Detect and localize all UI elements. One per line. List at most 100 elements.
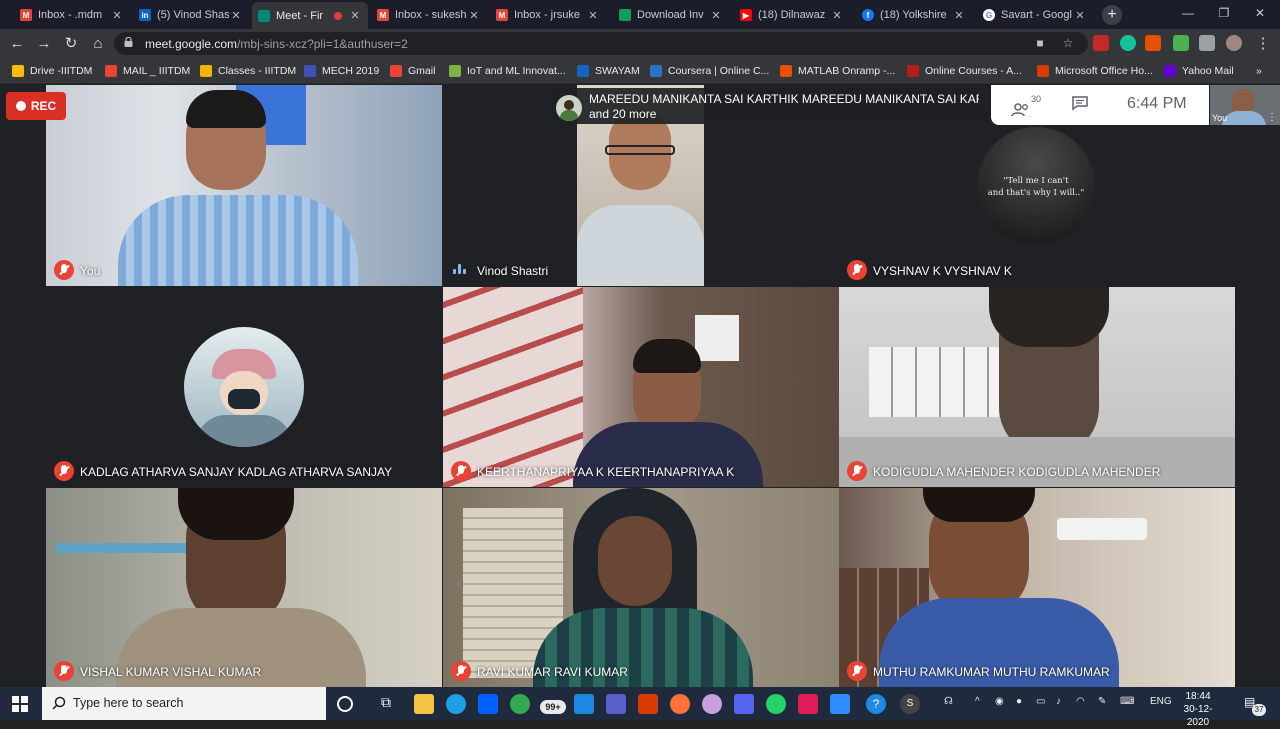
presenter-more: and 20 more	[589, 107, 657, 121]
video-tile[interactable]: VISHAL KUMAR VISHAL KUMAR	[46, 488, 442, 687]
new-tab-button[interactable]: +	[1102, 5, 1122, 25]
browser-tab[interactable]: Download Inv ✕	[613, 3, 729, 27]
windows-start-icon[interactable]	[12, 696, 28, 712]
participants-button[interactable]: 30	[1011, 94, 1041, 117]
whatsapp-icon[interactable]	[766, 694, 786, 714]
video-tile[interactable]: KODIGUDLA MAHENDER KODIGUDLA MAHENDER	[839, 287, 1235, 487]
chat-button[interactable]	[1071, 95, 1089, 115]
help-icon[interactable]: ?	[866, 694, 886, 714]
more-bookmarks-icon[interactable]: »	[1256, 63, 1262, 79]
self-view[interactable]: You ⋮	[1210, 85, 1280, 125]
close-icon[interactable]: ✕	[830, 9, 844, 22]
bookmark-item[interactable]: Online Courses - A...	[907, 63, 1022, 79]
youtube-icon: ▶	[740, 9, 752, 21]
video-tile[interactable]: RAVI KUMAR RAVI KUMAR	[443, 488, 839, 687]
bookmark-item[interactable]: MAIL _ IIITDM	[105, 63, 190, 79]
close-window-button[interactable]: ✕	[1242, 0, 1278, 26]
discord-icon[interactable]	[734, 694, 754, 714]
minimize-button[interactable]: —	[1170, 0, 1206, 26]
close-icon[interactable]: ✕	[586, 9, 600, 22]
chevron-up-icon[interactable]: ^	[975, 696, 980, 707]
person-hair	[178, 488, 294, 540]
app-icon[interactable]	[702, 694, 722, 714]
bookmark-item[interactable]: MECH 2019	[304, 63, 379, 79]
app-icon[interactable]	[574, 694, 594, 714]
taskbar-search[interactable]: Type here to search	[42, 687, 326, 720]
browser-tab-active[interactable]: Meet - Fir ✕	[252, 2, 368, 29]
browser-tab[interactable]: f (18) Yolkshire ✕	[856, 3, 972, 27]
system-clock[interactable]: 18:44 30-12-2020	[1178, 690, 1218, 729]
close-icon[interactable]: ✕	[1073, 9, 1087, 22]
address-bar[interactable]: meet.google.com/mbj-sins-xcz?pli=1&authu…	[114, 32, 1088, 55]
grammarly-icon[interactable]	[1120, 35, 1136, 51]
bookmark-item[interactable]: MATLAB Onramp -...	[780, 63, 895, 79]
browser-tab[interactable]: in (5) Vinod Shas ✕	[133, 3, 249, 27]
bookmark-item[interactable]: Microsoft Office Ho...	[1037, 63, 1153, 79]
video-tile[interactable]: KADLAG ATHARVA SANJAY KADLAG ATHARVA SAN…	[46, 287, 442, 487]
pen-icon[interactable]: ✎	[1098, 696, 1106, 707]
close-icon[interactable]: ✕	[110, 9, 124, 22]
cortana-icon[interactable]	[337, 696, 353, 712]
edge-icon[interactable]	[446, 694, 466, 714]
self-view-label: You	[1212, 113, 1228, 123]
back-button[interactable]: ←	[6, 33, 28, 55]
home-button[interactable]: ⌂	[87, 33, 109, 55]
keyboard-icon[interactable]: ⌨	[1120, 696, 1134, 707]
bookmark-item[interactable]: SWAYAM	[577, 63, 640, 79]
extension-icon[interactable]	[1145, 35, 1161, 51]
bookmark-item[interactable]: IoT and ML Innovat...	[449, 63, 566, 79]
bookmarks-bar: Drive -IIITDM MAIL _ IIITDM Classes - II…	[0, 58, 1280, 84]
extension-icon[interactable]	[1093, 35, 1109, 51]
reload-button[interactable]: ↻	[60, 33, 82, 55]
close-icon[interactable]: ✕	[952, 9, 966, 22]
participant-name: MUTHU RAMKUMAR MUTHU RAMKUMAR	[873, 665, 1110, 679]
calendar-icon	[304, 65, 316, 77]
more-options-icon[interactable]: ⋮	[1267, 112, 1277, 123]
app-icon[interactable]: S	[900, 694, 920, 714]
close-icon[interactable]: ✕	[348, 9, 362, 22]
bookmark-item[interactable]: Coursera | Online C...	[650, 63, 769, 79]
chrome-icon[interactable]	[510, 694, 530, 714]
bookmark-star-icon[interactable]: ☆	[1060, 35, 1076, 51]
zoom-icon[interactable]	[830, 694, 850, 714]
battery-icon[interactable]: ▭	[1036, 696, 1045, 707]
browser-tab[interactable]: M Inbox - sukesh ✕	[371, 3, 487, 27]
file-explorer-icon[interactable]	[414, 694, 434, 714]
bookmark-item[interactable]: Yahoo Mail	[1164, 63, 1234, 79]
maximize-button[interactable]: ❐	[1206, 0, 1242, 26]
recording-icon	[334, 11, 342, 20]
browser-tab[interactable]: M Inbox - .mdm ✕	[14, 3, 130, 27]
puzzle-icon[interactable]	[1199, 35, 1215, 51]
camera-icon[interactable]: ■	[1032, 35, 1048, 51]
slack-icon[interactable]	[798, 694, 818, 714]
microphone-icon[interactable]: ●	[1016, 696, 1022, 707]
presenter-banner[interactable]: MAREEDU MANIKANTA SAI KARTHIK MAREEDU MA…	[549, 88, 991, 124]
person-shirt	[577, 205, 704, 286]
close-icon[interactable]: ✕	[229, 9, 243, 22]
task-view-icon[interactable]: ⧉	[376, 694, 396, 714]
firefox-icon[interactable]	[670, 694, 690, 714]
video-tile[interactable]: You	[46, 85, 442, 286]
video-tile[interactable]: MUTHU RAMKUMAR MUTHU RAMKUMAR	[839, 488, 1235, 687]
close-icon[interactable]: ✕	[709, 9, 723, 22]
menu-icon[interactable]: ⋮	[1252, 33, 1274, 55]
teams-icon[interactable]	[606, 694, 626, 714]
language-indicator[interactable]: ENG	[1150, 696, 1172, 707]
extension-icon[interactable]	[1173, 35, 1189, 51]
forward-button[interactable]: →	[33, 33, 55, 55]
profile-avatar[interactable]	[1226, 35, 1242, 51]
bookmark-item[interactable]: Gmail	[390, 63, 435, 79]
bookmark-item[interactable]: Classes - IIITDM	[200, 63, 296, 79]
browser-tab[interactable]: G Savart - Googl ✕	[977, 3, 1093, 27]
office-icon[interactable]	[638, 694, 658, 714]
wifi-icon[interactable]: ◠	[1076, 696, 1085, 707]
volume-icon[interactable]: ♪	[1056, 696, 1061, 707]
tray-app-icon[interactable]: ◉	[995, 696, 1004, 707]
people-tray-icon[interactable]: ☊	[944, 696, 953, 707]
video-tile[interactable]: KEERTHANAPRIYAA K KEERTHANAPRIYAA K	[443, 287, 839, 487]
dropbox-icon[interactable]	[478, 694, 498, 714]
bookmark-item[interactable]: Drive -IIITDM	[12, 63, 92, 79]
close-icon[interactable]: ✕	[467, 9, 481, 22]
browser-tab[interactable]: M Inbox - jrsuke ✕	[490, 3, 606, 27]
browser-tab[interactable]: ▶ (18) Dilnawaz ✕	[734, 3, 850, 27]
